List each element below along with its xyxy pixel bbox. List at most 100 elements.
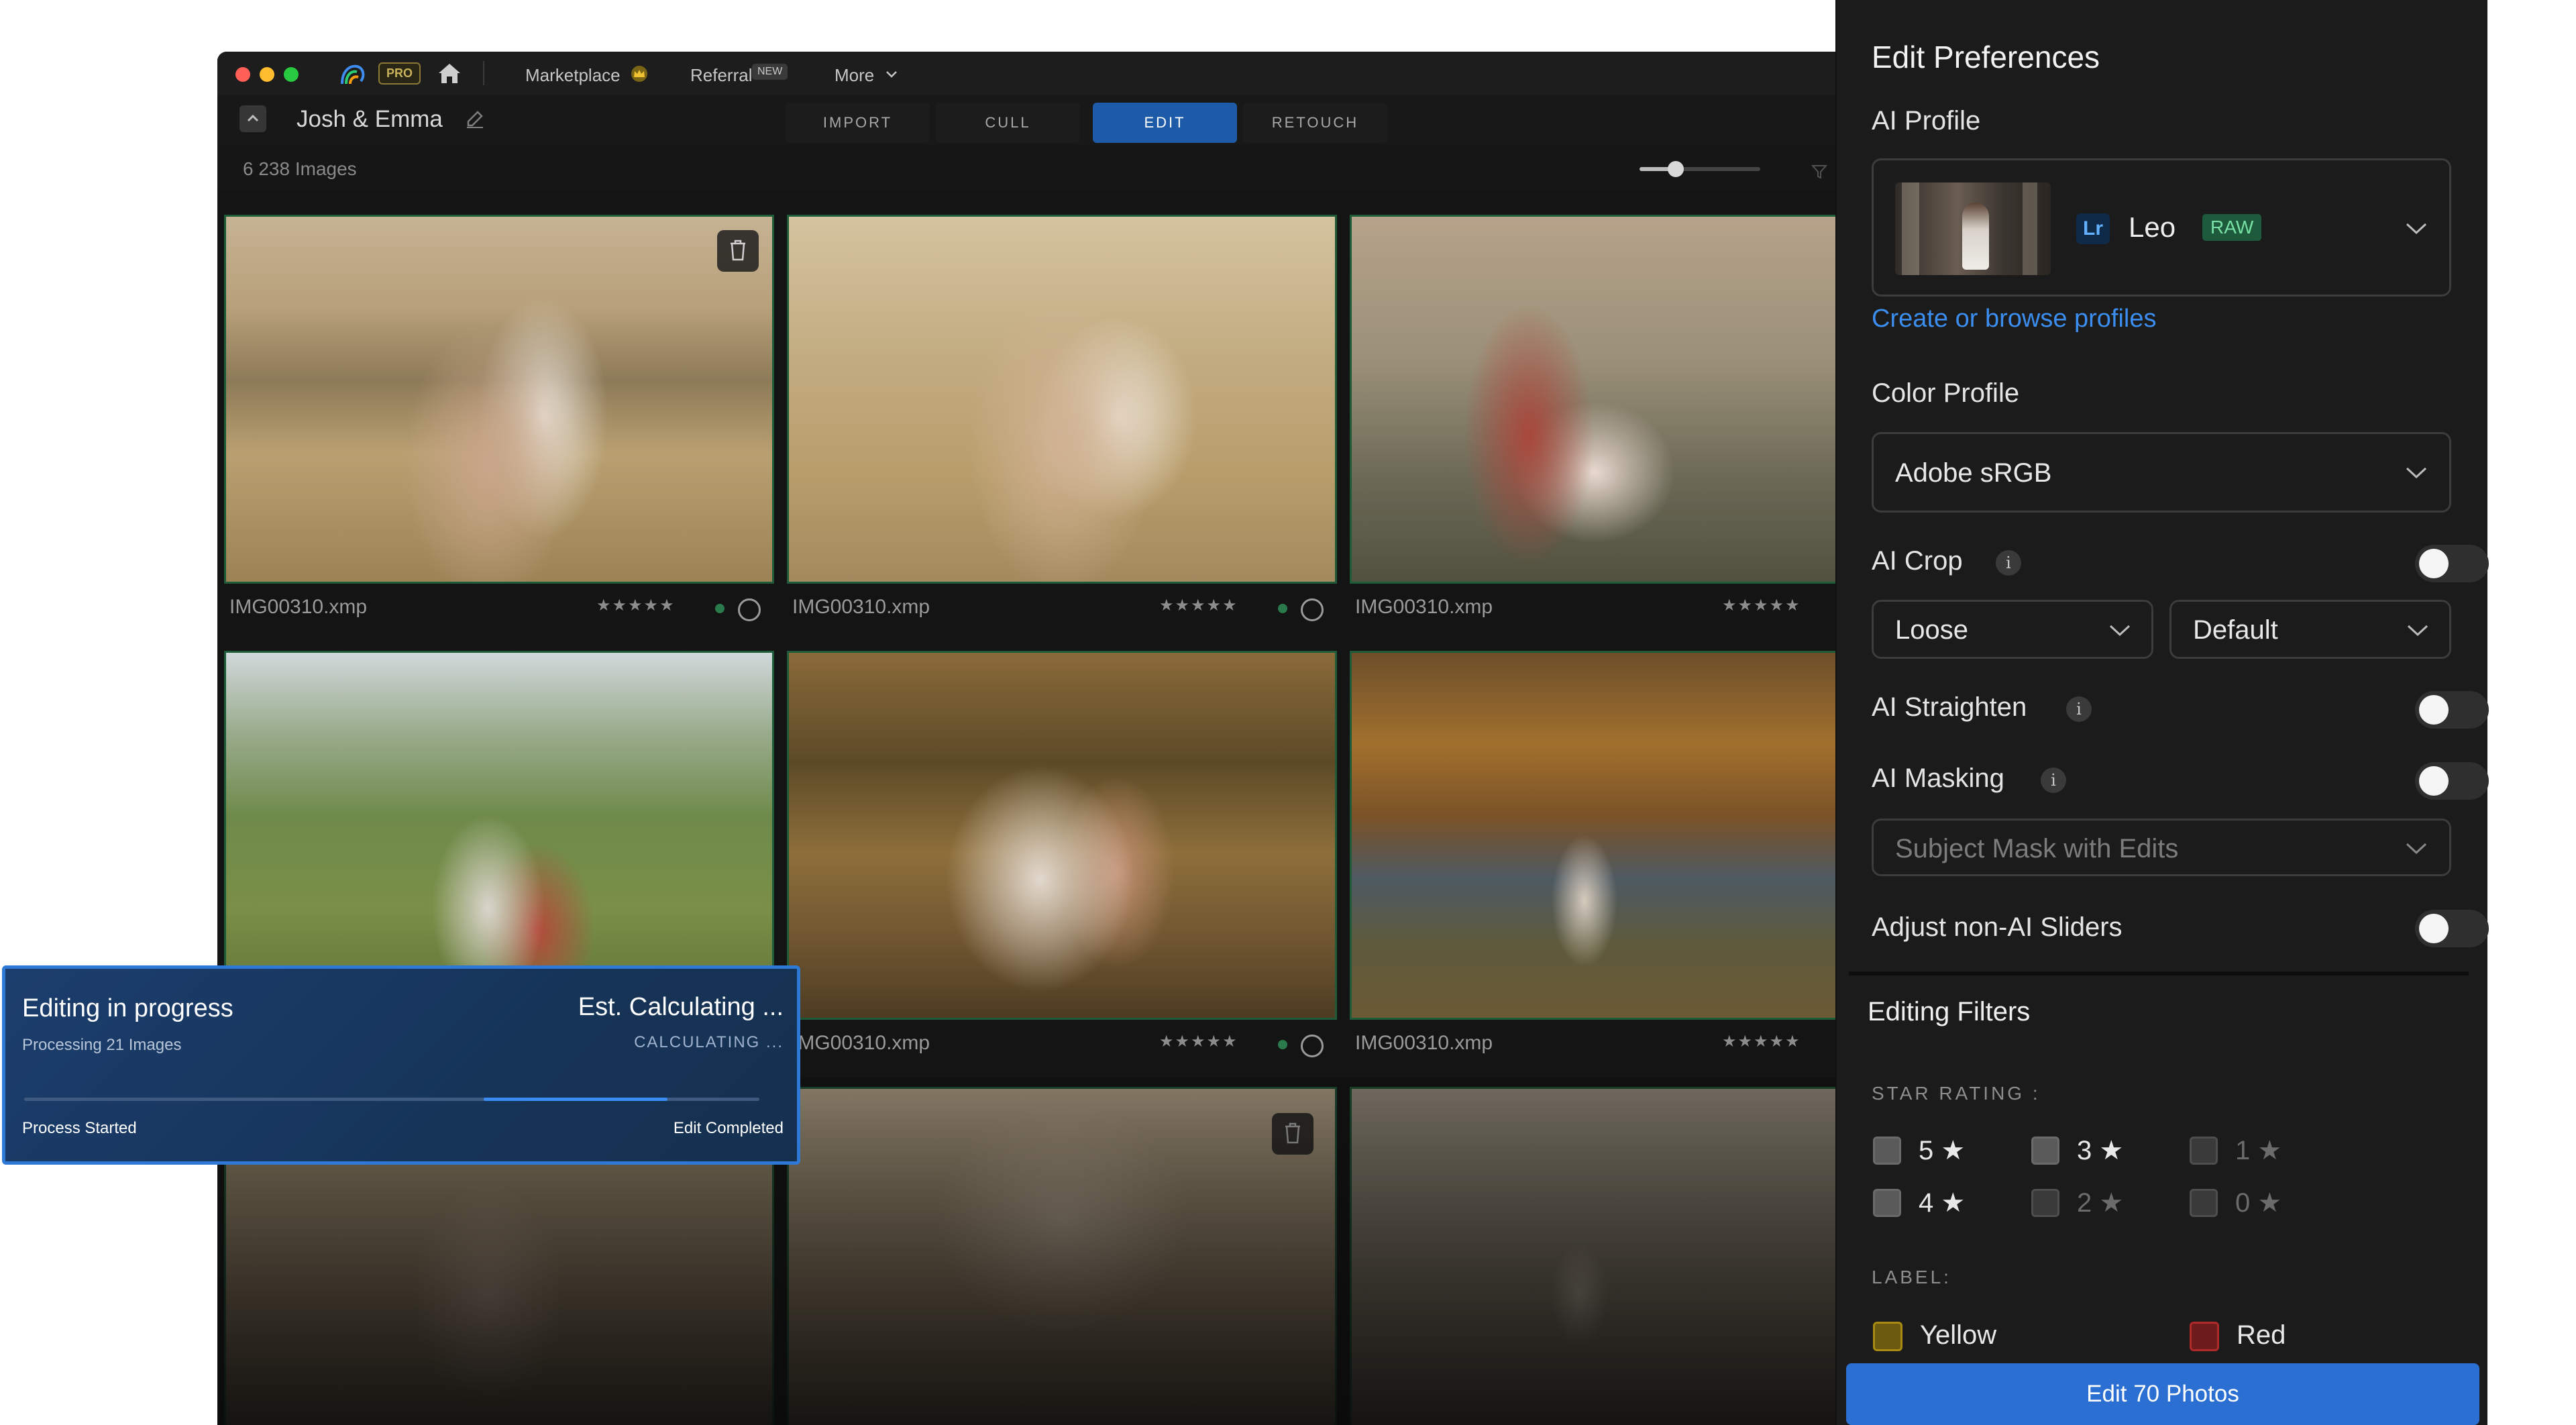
maximize-window-button[interactable]	[284, 67, 299, 82]
star-5-checkbox[interactable]	[1873, 1137, 1901, 1165]
red-label-checkbox[interactable]	[2190, 1322, 2219, 1351]
toggle-knob	[2419, 766, 2449, 796]
star-3-checkbox[interactable]	[2031, 1137, 2059, 1165]
ai-crop-label: AI Crop	[1872, 546, 1963, 576]
crop-type-select[interactable]: Loose	[1872, 600, 2153, 659]
color-profile-select[interactable]: Adobe sRGB	[1872, 432, 2451, 513]
toast-status: CALCULATING ...	[634, 1033, 784, 1051]
ai-straighten-label: AI Straighten	[1872, 692, 2027, 722]
star-icon: ★	[2257, 1188, 2282, 1218]
select-circle[interactable]	[1301, 598, 1324, 621]
photo-thumbnail[interactable]	[787, 215, 1337, 584]
edit-pencil-icon[interactable]	[464, 108, 486, 129]
toggle-knob	[2419, 549, 2449, 578]
star-icon: ★	[2099, 1136, 2124, 1165]
home-icon[interactable]	[436, 61, 463, 85]
ai-masking-toggle[interactable]	[2415, 762, 2489, 800]
zoom-slider-handle[interactable]	[1668, 161, 1684, 177]
star-3-label: 3 ★	[2077, 1135, 2123, 1166]
crop-type-value: Loose	[1895, 615, 1968, 645]
photo-caption: IMG00310.xmp ★★★★★	[787, 584, 1337, 627]
collapse-sidebar-button[interactable]	[239, 105, 266, 132]
image-count: 6 238 Images	[243, 158, 357, 179]
photo-caption: IMG00310.xmp ★★★★★	[1350, 1020, 1854, 1063]
crop-ratio-value: Default	[2193, 615, 2278, 645]
star-0-checkbox[interactable]	[2190, 1189, 2218, 1217]
star-value: 5	[1919, 1136, 1934, 1165]
star-2-checkbox[interactable]	[2031, 1189, 2059, 1217]
progress-end-label: Edit Completed	[673, 1119, 784, 1137]
mask-option-value: Subject Mask with Edits	[1895, 834, 2179, 863]
close-window-button[interactable]	[235, 67, 250, 82]
chevron-down-icon	[2407, 625, 2428, 637]
photo-filename: IMG00310.xmp	[1355, 1032, 1493, 1054]
star-rating-heading: STAR RATING :	[1872, 1083, 2041, 1104]
toast-estimate: Est. Calculating ...	[578, 993, 784, 1021]
chevron-down-icon	[886, 71, 897, 78]
photo-caption: IMG00310.xmp ★★★★★	[1350, 584, 1854, 627]
photo-thumbnail[interactable]	[224, 215, 774, 584]
progress-bar-fill	[484, 1098, 667, 1101]
toast-title: Editing in progress	[22, 994, 233, 1022]
chevron-down-icon	[2406, 223, 2427, 235]
tab-edit[interactable]: EDIT	[1093, 103, 1237, 143]
filter-icon[interactable]	[1811, 164, 1827, 180]
photo-thumbnail[interactable]	[1350, 215, 1854, 584]
edit-photos-button[interactable]: Edit 70 Photos	[1846, 1363, 2479, 1425]
star-1-checkbox[interactable]	[2190, 1137, 2218, 1165]
select-circle[interactable]	[1301, 1035, 1324, 1057]
select-circle[interactable]	[738, 598, 761, 621]
chevron-down-icon	[2406, 843, 2427, 855]
info-icon[interactable]: i	[1996, 550, 2021, 576]
toggle-knob	[2419, 695, 2449, 725]
star-rating[interactable]: ★★★★★	[1159, 1032, 1238, 1051]
workspace-toolbar: Josh & Emma IMPORT CULL EDIT RETOUCH	[217, 95, 1854, 145]
trash-icon	[731, 240, 745, 261]
info-icon[interactable]: i	[2066, 696, 2092, 722]
pro-badge: PRO	[378, 62, 421, 85]
lightroom-badge: Lr	[2076, 213, 2110, 244]
tab-import[interactable]: IMPORT	[786, 103, 930, 143]
color-label-dot	[1278, 604, 1287, 613]
trash-button[interactable]	[717, 230, 759, 272]
photo-thumbnail[interactable]	[787, 651, 1337, 1020]
app-logo-icon	[341, 64, 365, 85]
star-rating[interactable]: ★★★★★	[1722, 1032, 1801, 1051]
mask-option-select[interactable]: Subject Mask with Edits	[1872, 819, 2451, 876]
profile-name: Leo	[2129, 211, 2176, 243]
photo-thumbnail[interactable]	[1350, 651, 1854, 1020]
yellow-label-text: Yellow	[1920, 1320, 1997, 1350]
adjust-sliders-toggle[interactable]	[2415, 910, 2489, 947]
photo-thumbnail[interactable]	[224, 651, 774, 1020]
tab-cull[interactable]: CULL	[936, 103, 1080, 143]
more-menu[interactable]: More	[835, 65, 874, 86]
progress-start-label: Process Started	[22, 1119, 137, 1137]
browse-profiles-link[interactable]: Create or browse profiles	[1872, 305, 2157, 333]
star-4-checkbox[interactable]	[1873, 1189, 1901, 1217]
ai-profile-select[interactable]: Lr Leo RAW	[1872, 158, 2451, 297]
titlebar-separator	[483, 61, 484, 85]
photo-caption: IMG00310.xmp ★★★★★	[787, 1020, 1337, 1063]
ai-straighten-toggle[interactable]	[2415, 691, 2489, 729]
ai-profile-label: AI Profile	[1872, 106, 1981, 136]
star-rating[interactable]: ★★★★★	[1722, 596, 1801, 615]
chevron-down-icon	[2109, 625, 2131, 637]
panel-title: Edit Preferences	[1872, 40, 2100, 74]
star-rating[interactable]: ★★★★★	[1159, 596, 1238, 615]
crop-ratio-select[interactable]: Default	[2169, 600, 2451, 659]
info-icon[interactable]: i	[2041, 768, 2066, 793]
photo-filename: IMG00310.xmp	[792, 596, 930, 618]
label-heading: LABEL:	[1872, 1267, 1951, 1287]
star-rating[interactable]: ★★★★★	[596, 596, 676, 615]
minimize-window-button[interactable]	[260, 67, 274, 82]
color-profile-value: Adobe sRGB	[1895, 458, 2052, 488]
tab-retouch[interactable]: RETOUCH	[1243, 103, 1387, 143]
referral-link[interactable]: Referral	[690, 65, 752, 86]
star-value: 1	[2235, 1136, 2251, 1165]
chevron-up-icon	[247, 114, 259, 122]
star-icon: ★	[2099, 1188, 2124, 1218]
yellow-label-checkbox[interactable]	[1873, 1322, 1902, 1351]
ai-crop-toggle[interactable]	[2415, 545, 2489, 582]
marketplace-link[interactable]: Marketplace	[525, 65, 621, 86]
zoom-slider[interactable]	[1640, 161, 1760, 177]
